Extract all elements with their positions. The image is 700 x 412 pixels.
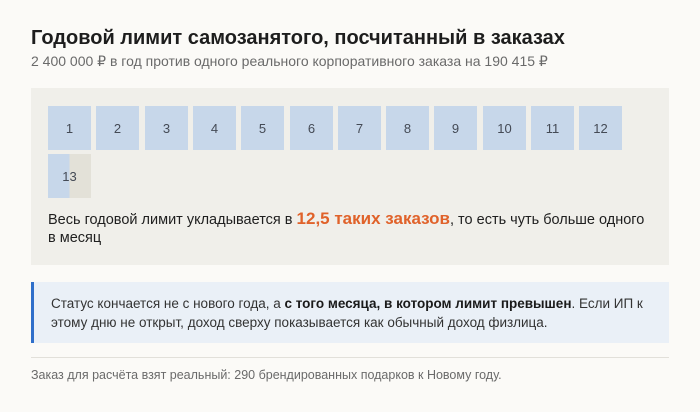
status-note: Статус кончается не с нового года, а с т… [31,282,669,343]
result-accent: 12,5 таких заказов [296,209,450,228]
divider [31,357,669,358]
order-cell-2: 2 [96,106,139,150]
note-text-before: Статус кончается не с нового года, а [51,296,285,311]
note-text-bold: с того месяца, в котором лимит превышен [284,296,572,311]
order-cell-10: 10 [483,106,526,150]
status-note-text: Статус кончается не с нового года, а с т… [51,294,661,332]
page: Годовой лимит самозанятого, посчитанный … [0,0,700,412]
order-cell-5: 5 [241,106,284,150]
result-text-before: Весь годовой лимит укладывается в [48,212,297,228]
footnote: Заказ для расчёта взят реальный: 290 бре… [31,368,502,382]
order-cell-1: 1 [48,106,91,150]
orders-panel: 1 2 3 4 5 6 7 8 9 10 11 12 13 Весь годовой лимит укл… [31,88,669,265]
result-text: Весь годовой лимит укладывается в 12,5 т… [48,210,653,247]
order-cell-4: 4 [193,106,236,150]
order-cell-3: 3 [145,106,188,150]
page-subtitle: 2 400 000 ₽ в год против одного реальног… [31,53,548,69]
order-cell-13: 13 [48,154,91,198]
order-cell-9: 9 [434,106,477,150]
order-cell-6: 6 [290,106,333,150]
order-cell-12: 12 [579,106,622,150]
page-title: Годовой лимит самозанятого, посчитанный … [31,27,565,49]
order-cell-8: 8 [386,106,429,150]
order-cell-7: 7 [338,106,381,150]
order-cell-11: 11 [531,106,574,150]
